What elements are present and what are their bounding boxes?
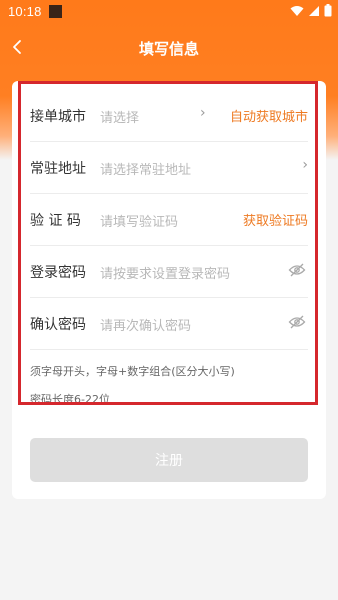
- password-rule-hint: 须字母开头，字母+数字组合(区分大小写): [30, 365, 235, 378]
- address-select[interactable]: 请选择常驻地址: [100, 159, 191, 178]
- battery-icon: [324, 4, 332, 17]
- city-select[interactable]: 请选择: [100, 107, 139, 126]
- get-code-button[interactable]: 获取验证码: [243, 210, 308, 229]
- address-row: 常驻地址 请选择常驻地址 ›: [30, 141, 308, 194]
- city-label: 接单城市: [30, 109, 86, 125]
- confirm-label: 确认密码: [30, 317, 86, 333]
- confirm-password-input[interactable]: 请再次确认密码: [100, 315, 191, 334]
- status-bar: 10:18: [0, 0, 338, 24]
- password-input[interactable]: 请按要求设置登录密码: [100, 263, 230, 282]
- password-label: 登录密码: [30, 265, 86, 281]
- address-label: 常驻地址: [30, 161, 86, 177]
- chevron-right-icon[interactable]: ›: [200, 105, 206, 121]
- page-title: 填写信息: [138, 40, 199, 58]
- code-row: 验 证 码 请填写验证码 获取验证码: [30, 193, 308, 246]
- signal-icon: [309, 5, 319, 16]
- status-time: 10:18: [8, 4, 42, 19]
- password-row: 登录密码 请按要求设置登录密码: [30, 245, 308, 298]
- status-icons: [290, 4, 332, 17]
- register-button[interactable]: 注册: [30, 438, 308, 482]
- code-label: 验 证 码: [30, 213, 81, 229]
- chevron-right-icon[interactable]: ›: [302, 157, 308, 173]
- city-row: 接单城市 请选择 › 自动获取城市: [30, 89, 308, 142]
- notification-icon: [49, 5, 62, 18]
- eye-hidden-icon[interactable]: [288, 263, 306, 277]
- nav-bar: 填写信息: [0, 24, 338, 72]
- eye-hidden-icon[interactable]: [288, 315, 306, 329]
- wifi-icon: [290, 5, 304, 16]
- auto-get-city-button[interactable]: 自动获取城市: [230, 106, 308, 125]
- confirm-row: 确认密码 请再次确认密码: [30, 297, 308, 350]
- code-input[interactable]: 请填写验证码: [100, 211, 178, 230]
- password-length-hint: 密码长度6-22位: [30, 393, 110, 406]
